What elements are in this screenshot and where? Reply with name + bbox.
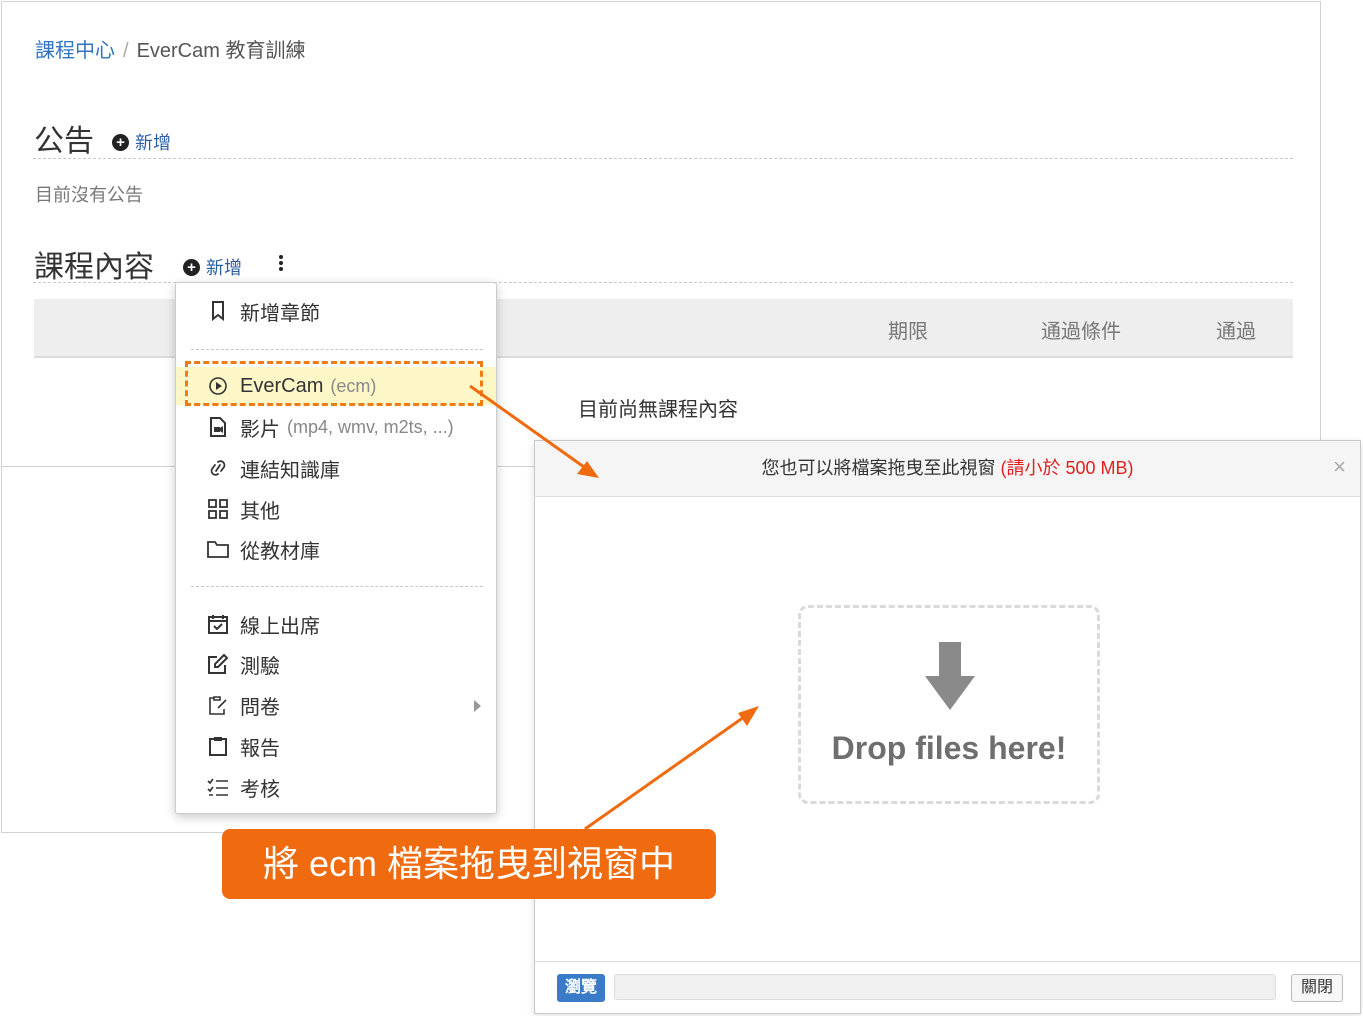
upload-size-limit: (請小於 500 MB) bbox=[1000, 458, 1134, 478]
link-icon bbox=[204, 458, 232, 478]
browse-button[interactable]: 瀏覽 bbox=[557, 974, 605, 1002]
questionnaire-icon bbox=[204, 695, 232, 715]
upload-progress-bar bbox=[614, 974, 1276, 1000]
column-pass: 通過 bbox=[1216, 321, 1256, 343]
video-file-icon bbox=[204, 417, 232, 437]
course-content-title: 課程內容 bbox=[34, 251, 154, 284]
folder-icon bbox=[204, 540, 232, 558]
menu-item-questionnaire[interactable]: 問卷 bbox=[176, 686, 496, 724]
announcement-empty-text: 目前沒有公告 bbox=[35, 185, 143, 205]
more-options-icon[interactable] bbox=[276, 253, 286, 275]
column-pass-condition: 通過條件 bbox=[1041, 321, 1121, 343]
announcement-title: 公告 bbox=[34, 125, 94, 158]
menu-item-format: (mp4, wmv, m2ts, ...) bbox=[287, 416, 454, 437]
menu-divider bbox=[191, 586, 483, 587]
course-content-empty-text: 目前尚無課程內容 bbox=[578, 399, 738, 421]
bookmark-icon bbox=[204, 301, 232, 321]
menu-item-label: 報告 bbox=[240, 737, 280, 760]
evercam-highlight-box bbox=[185, 361, 483, 406]
menu-item-label: 問卷 bbox=[240, 696, 280, 719]
file-dropzone[interactable]: Drop files here! bbox=[798, 605, 1100, 804]
instruction-callout: 將 ecm 檔案拖曳到視窗中 bbox=[222, 829, 716, 899]
upload-dialog: 您也可以將檔案拖曳至此視窗 (請小於 500 MB) × Drop files … bbox=[534, 440, 1361, 1014]
breadcrumb-current: EverCam 教育訓練 bbox=[136, 40, 306, 62]
menu-item-label: 線上出席 bbox=[240, 615, 320, 638]
menu-item-online-attendance[interactable]: 線上出席 bbox=[176, 605, 496, 643]
breadcrumb: 課程中心 / EverCam 教育訓練 bbox=[35, 34, 305, 63]
menu-item-link-knowledge[interactable]: 連結知識庫 bbox=[176, 449, 496, 487]
menu-item-label: 從教材庫 bbox=[240, 540, 320, 563]
download-arrow-icon bbox=[925, 642, 975, 710]
calendar-check-icon bbox=[204, 614, 232, 634]
close-icon[interactable]: × bbox=[1333, 441, 1346, 493]
menu-item-label: 考核 bbox=[240, 778, 280, 801]
upload-dialog-header: 您也可以將檔案拖曳至此視窗 (請小於 500 MB) × bbox=[535, 441, 1360, 497]
plus-circle-icon: + bbox=[183, 258, 200, 276]
menu-item-quiz[interactable]: 測驗 bbox=[176, 645, 496, 683]
menu-item-label: 連結知識庫 bbox=[240, 459, 340, 482]
submenu-caret-icon bbox=[474, 700, 481, 712]
menu-item-assessment[interactable]: 考核 bbox=[176, 768, 496, 806]
add-announcement-label: 新增 bbox=[135, 133, 171, 153]
add-content-button[interactable]: + 新增 bbox=[183, 254, 242, 280]
menu-item-label: 其他 bbox=[240, 500, 280, 523]
upload-hint-text: 您也可以將檔案拖曳至此視窗 bbox=[761, 458, 996, 478]
add-content-label: 新增 bbox=[206, 258, 242, 278]
drop-files-text: Drop files here! bbox=[831, 730, 1067, 766]
menu-item-video[interactable]: 影片 (mp4, wmv, m2ts, ...) bbox=[176, 408, 496, 446]
clipboard-icon bbox=[204, 736, 232, 756]
add-announcement-button[interactable]: + 新增 bbox=[112, 129, 171, 155]
checklist-icon bbox=[204, 777, 232, 797]
upload-dialog-footer: 瀏覽 關閉 bbox=[535, 961, 1360, 1014]
menu-item-material-library[interactable]: 從教材庫 bbox=[176, 530, 496, 568]
edit-icon bbox=[204, 654, 232, 674]
plus-circle-icon: + bbox=[112, 133, 129, 151]
column-deadline: 期限 bbox=[888, 321, 928, 343]
menu-item-label: 影片 bbox=[240, 418, 280, 441]
announcement-divider bbox=[33, 158, 1293, 159]
menu-divider bbox=[191, 349, 483, 350]
breadcrumb-link-course-center[interactable]: 課程中心 bbox=[35, 40, 115, 62]
menu-item-label: 新增章節 bbox=[240, 302, 320, 325]
menu-item-new-chapter[interactable]: 新增章節 bbox=[176, 292, 496, 330]
grid-icon bbox=[204, 499, 232, 519]
breadcrumb-separator: / bbox=[123, 40, 129, 62]
close-button[interactable]: 關閉 bbox=[1291, 974, 1343, 1002]
menu-item-label: 測驗 bbox=[240, 655, 280, 678]
menu-item-report[interactable]: 報告 bbox=[176, 727, 496, 765]
menu-item-other[interactable]: 其他 bbox=[176, 490, 496, 528]
